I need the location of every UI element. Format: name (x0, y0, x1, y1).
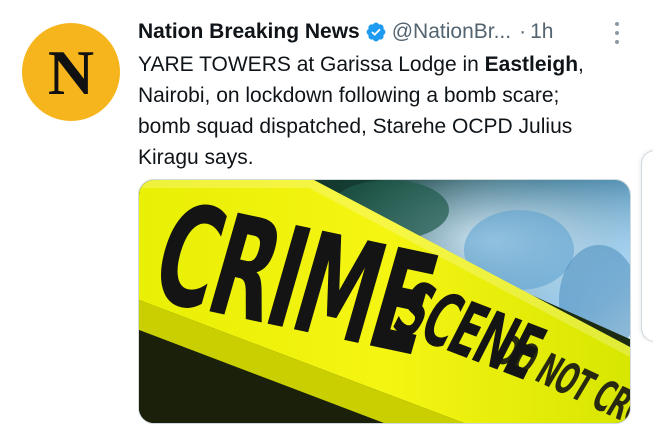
crime-scene-tape-image: CRIME SCENE DO NOT CROSS (139, 180, 630, 423)
more-dot (615, 40, 619, 44)
tweet-text-part1: YARE TOWERS at Garissa Lodge in (138, 53, 485, 76)
avatar[interactable]: N (22, 23, 120, 121)
more-dot (615, 31, 619, 35)
timestamp[interactable]: 1h (530, 20, 553, 44)
tweet-media-image[interactable]: CRIME SCENE DO NOT CROSS (138, 179, 631, 424)
handle[interactable]: @NationBr... (392, 20, 511, 44)
display-name[interactable]: Nation Breaking News (138, 20, 360, 44)
avatar-letter: N (47, 37, 95, 108)
more-dot (615, 22, 619, 26)
tweet-text: YARE TOWERS at Garissa Lodge in Eastleig… (138, 49, 613, 173)
more-options-icon[interactable] (606, 18, 628, 48)
verified-badge-icon (366, 22, 386, 42)
separator-dot: · (519, 20, 527, 43)
tweet-card[interactable]: N Nation Breaking News @NationBr... · 1h… (0, 0, 653, 434)
adjacent-panel-edge (641, 150, 653, 342)
tweet-header: Nation Breaking News @NationBr... · 1h (138, 17, 608, 47)
tweet-text-bold: Eastleigh (484, 53, 579, 76)
